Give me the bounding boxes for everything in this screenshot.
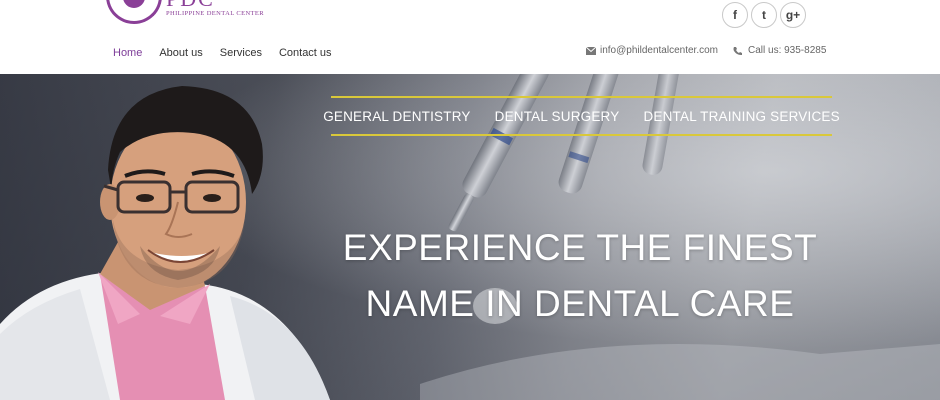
facebook-icon[interactable]: f — [722, 2, 748, 28]
contact-email[interactable]: info@phildentalcenter.com — [586, 45, 718, 56]
email-text: info@phildentalcenter.com — [600, 45, 718, 56]
nav-home[interactable]: Home — [113, 47, 142, 59]
doctor-portrait-image — [0, 86, 330, 400]
phone-icon — [733, 46, 742, 55]
nav-contact-us[interactable]: Contact us — [279, 47, 332, 59]
service-dental-training[interactable]: DENTAL TRAINING SERVICES — [643, 109, 839, 124]
site-logo[interactable]: PDC PHILIPPINE DENTAL CENTER — [106, 0, 264, 26]
nav-about-us[interactable]: About us — [159, 47, 202, 59]
hero-headline: EXPERIENCE THE FINEST NAME IN DENTAL CAR… — [300, 220, 860, 332]
service-general-dentistry[interactable]: GENERAL DENTISTRY — [323, 109, 470, 124]
logo-text: PDC — [166, 0, 215, 10]
headline-line-2: NAME IN DENTAL CARE — [365, 283, 795, 324]
phone-text: Call us: 935-8285 — [748, 45, 827, 56]
twitter-icon[interactable]: t — [751, 2, 777, 28]
main-nav: Home About us Services Contact us — [113, 47, 332, 59]
service-dental-surgery[interactable]: DENTAL SURGERY — [495, 109, 620, 124]
google-plus-icon[interactable]: g+ — [780, 2, 806, 28]
logo-emblem — [106, 0, 162, 24]
envelope-icon — [586, 46, 596, 55]
hero-banner: GENERAL DENTISTRY DENTAL SURGERY DENTAL … — [0, 74, 940, 400]
headline-line-1: EXPERIENCE THE FINEST — [342, 227, 818, 268]
site-header: PDC PHILIPPINE DENTAL CENTER f t g+ Home… — [0, 0, 940, 74]
nav-services[interactable]: Services — [220, 47, 262, 59]
contact-phone[interactable]: Call us: 935-8285 — [732, 45, 826, 56]
logo-subtitle: PHILIPPINE DENTAL CENTER — [166, 10, 265, 17]
services-strip: GENERAL DENTISTRY DENTAL SURGERY DENTAL … — [323, 96, 840, 136]
contact-info: info@phildentalcenter.com Call us: 935-8… — [586, 45, 826, 56]
social-links: f t g+ — [722, 2, 806, 28]
